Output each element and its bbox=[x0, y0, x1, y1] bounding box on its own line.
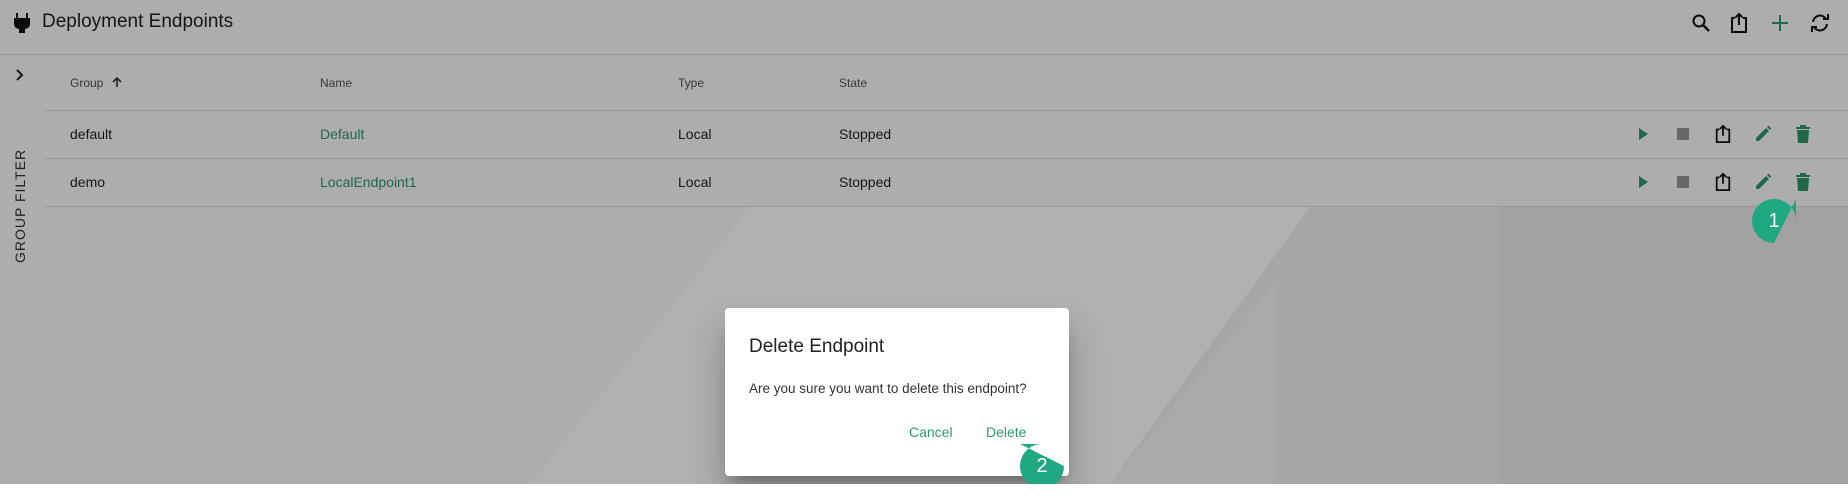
dialog-message: Are you sure you want to delete this end… bbox=[749, 381, 1027, 396]
callout-number: 2 bbox=[1036, 454, 1048, 477]
delete-endpoint-dialog: Delete Endpoint Are you sure you want to… bbox=[725, 308, 1069, 476]
step-callout-2: 2 bbox=[1019, 443, 1065, 484]
step-callout-1: 1 bbox=[1751, 198, 1797, 244]
callout-number: 1 bbox=[1768, 209, 1780, 232]
app-window: Deployment Endpoints GROUP FILTER Group … bbox=[0, 0, 1848, 484]
cancel-button[interactable]: Cancel bbox=[899, 414, 963, 450]
dialog-title: Delete Endpoint bbox=[749, 336, 885, 357]
